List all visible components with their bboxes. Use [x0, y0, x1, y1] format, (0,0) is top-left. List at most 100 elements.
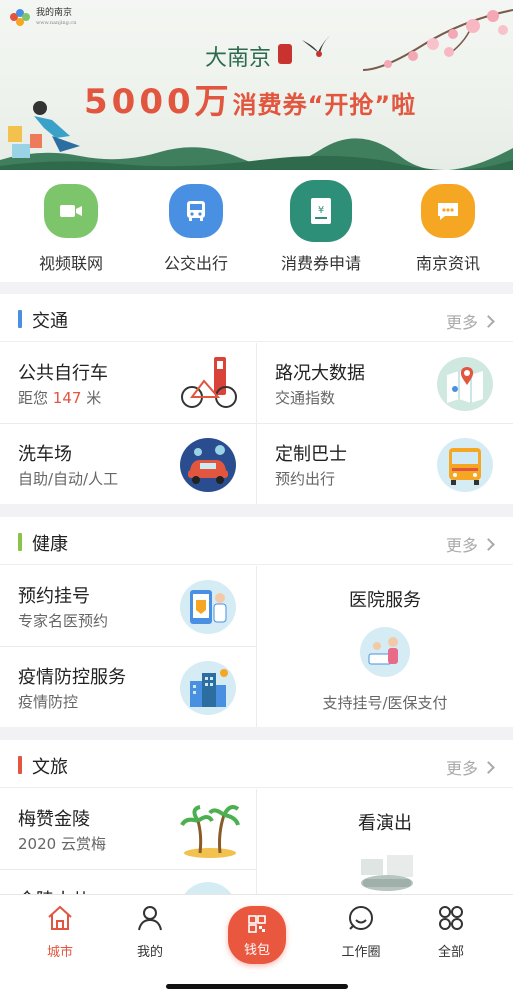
logo-dots-icon: [10, 9, 32, 27]
swallow-decoration: [302, 34, 332, 57]
tab-all[interactable]: 全部: [411, 903, 491, 960]
banner-headline: 5000万消费券“开抢”啦: [84, 74, 416, 123]
section-accent-bar: [18, 310, 22, 328]
home-icon: [48, 905, 72, 930]
banner-title: 大南京: [205, 46, 272, 71]
doctor-appointment-icon: [180, 580, 236, 634]
card-title: 预约挂号: [18, 586, 90, 607]
section-accent-bar: [18, 533, 22, 551]
car-wash-icon: [180, 438, 236, 492]
more-label: 更多: [445, 313, 478, 332]
more-label: 更多: [445, 536, 478, 555]
card-appointment[interactable]: 预约挂号 专家名医预约: [0, 566, 256, 646]
hospital-doctor-icon: [360, 627, 410, 677]
voucher-icon: ¥: [290, 180, 352, 242]
card-traffic-data[interactable]: 路况大数据 交通指数: [257, 343, 513, 423]
tab-city[interactable]: 城市: [20, 903, 100, 960]
bicycle-icon: [181, 357, 237, 408]
card-subtitle: 2020 云赏梅: [18, 835, 106, 853]
quick-links: 视频联网 公交出行 ¥ 消费券申请 南京资讯: [0, 170, 513, 282]
svg-text:¥: ¥: [318, 205, 324, 216]
home-indicator: [166, 984, 348, 989]
card-title: 看演出: [358, 813, 412, 834]
card-watch-show[interactable]: 看演出: [257, 789, 513, 900]
tab-mine[interactable]: 我的: [110, 903, 190, 960]
logo-url-text: www.nanjing.cn: [36, 20, 77, 26]
section-title: 文旅: [32, 757, 68, 778]
section-header: 交通 更多: [0, 294, 513, 342]
card-subtitle: 距您 147 米: [18, 387, 101, 408]
card-title: 疫情防控服务: [18, 667, 126, 688]
card-custom-bus[interactable]: 定制巴士 预约出行: [257, 424, 513, 504]
quick-link-label: 公交出行: [163, 254, 228, 273]
section-health: 健康 更多 预约挂号 专家名医预约 疫情防控服务 疫情防控 医院服务 支持挂号/…: [0, 517, 513, 727]
card-public-bike[interactable]: 公共自行车 距您 147 米: [0, 343, 256, 423]
tab-wallet[interactable]: 钱包: [228, 906, 286, 964]
tab-label: 城市: [46, 945, 73, 960]
tab-label: 我的: [136, 945, 163, 960]
section-traffic: 交通 更多 公共自行车 距您 147 米 路况大数据 交通指数 洗车场 自助/自…: [0, 294, 513, 504]
card-subtitle: 专家名医预约: [18, 612, 109, 630]
banner-headline-text: 消费券“开抢”啦: [232, 91, 417, 119]
section-accent-bar: [18, 756, 22, 774]
app-logo: 我的南京 www.nanjing.cn: [10, 8, 76, 28]
section-culture: 文旅 更多 梅赞金陵 2020 云赏梅 金陵小儿 看演出: [0, 740, 513, 900]
distance-value: 147: [52, 389, 82, 407]
chevron-right-icon: [482, 761, 495, 774]
tab-label: 工作圈: [341, 945, 381, 960]
card-title: 洗车场: [18, 444, 72, 465]
seal-stamp: [278, 44, 292, 64]
quick-link-label: 视频联网: [38, 254, 103, 273]
user-icon: [138, 906, 162, 931]
distance-unit: 米: [86, 389, 102, 407]
city-buildings-icon: [180, 661, 236, 715]
card-epidemic-control[interactable]: 疫情防控服务 疫情防控: [0, 647, 256, 727]
card-car-wash[interactable]: 洗车场 自助/自动/人工: [0, 424, 256, 504]
card-title: 公共自行车: [18, 363, 108, 384]
tab-work-circle[interactable]: 工作圈: [321, 903, 401, 960]
tab-label: 全部: [437, 945, 464, 960]
map-pin-icon: [437, 357, 493, 411]
palm-tree-icon: [180, 805, 240, 858]
theater-icon: [361, 855, 413, 891]
grid-icon: [439, 906, 463, 930]
card-hospital-service[interactable]: 医院服务 支持挂号/医保支付: [257, 566, 513, 727]
bus-illustration-icon: [437, 438, 493, 492]
section-header: 健康 更多: [0, 517, 513, 565]
more-link[interactable]: 更多: [445, 309, 495, 333]
card-subtitle: 疫情防控: [18, 693, 79, 711]
quick-link-bus[interactable]: 公交出行: [132, 184, 260, 274]
card-subtitle: 支持挂号/医保支付: [322, 694, 448, 712]
blossom-branch-decoration: [362, 9, 513, 71]
bus-icon: [169, 184, 223, 238]
quick-link-voucher[interactable]: ¥ 消费券申请: [257, 180, 385, 274]
chevron-right-icon: [482, 315, 495, 328]
quick-link-video[interactable]: 视频联网: [7, 184, 135, 274]
section-title: 健康: [32, 534, 68, 555]
card-subtitle: 交通指数: [275, 389, 336, 407]
card-title: 定制巴士: [275, 444, 347, 465]
qr-code-icon: [248, 915, 266, 933]
chat-bubble-icon: [421, 184, 475, 238]
more-link[interactable]: 更多: [445, 532, 495, 556]
more-label: 更多: [445, 759, 478, 778]
banner-headline-amount: 5000万: [84, 82, 233, 122]
card-subtitle: 预约出行: [275, 470, 336, 488]
section-title: 交通: [32, 311, 68, 332]
card-title: 梅赞金陵: [18, 809, 90, 830]
section-header: 文旅 更多: [0, 740, 513, 788]
card-title: 医院服务: [349, 590, 421, 611]
promo-banner[interactable]: 我的南京 www.nanjing.cn 大南京 5000万消费券“开抢”啦: [0, 0, 513, 170]
quick-link-label: 消费券申请: [280, 254, 361, 273]
more-link[interactable]: 更多: [445, 755, 495, 779]
card-plum-blossom[interactable]: 梅赞金陵 2020 云赏梅: [0, 789, 256, 869]
circle-chat-icon: [349, 906, 373, 930]
card-subtitle: 自助/自动/人工: [18, 470, 119, 488]
logo-text: 我的南京: [36, 8, 73, 18]
quick-link-label: 南京资讯: [415, 254, 480, 273]
tab-label: 钱包: [243, 943, 270, 958]
card-title: 路况大数据: [275, 363, 365, 384]
quick-link-news[interactable]: 南京资讯: [384, 184, 512, 274]
video-icon: [44, 184, 98, 238]
chevron-right-icon: [482, 538, 495, 551]
